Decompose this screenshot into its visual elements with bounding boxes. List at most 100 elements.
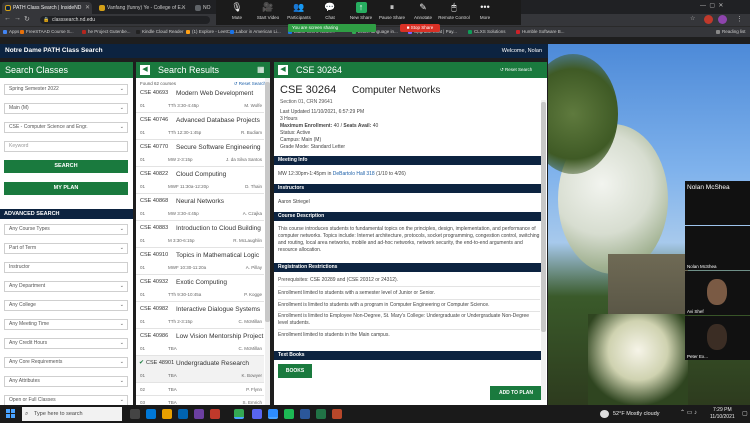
field-value: Any Department	[9, 283, 46, 289]
reset-search-link[interactable]: ↺ Reset Search	[500, 62, 532, 78]
keyword-input[interactable]: Keyword	[4, 141, 128, 152]
spotify-icon[interactable]	[284, 409, 294, 419]
calendar-icon[interactable]: ▦	[257, 62, 265, 78]
result-row[interactable]: CSE 40982 Interactive Dialogue Systems 01 T…	[136, 302, 264, 329]
bookmark-item[interactable]: Reading list	[716, 29, 746, 34]
word-icon[interactable]	[300, 409, 310, 419]
meeting-room-link[interactable]: DeBartolo Hall 318	[333, 171, 375, 177]
advanced-field-select[interactable]: Any Core Requirements ⌄	[4, 357, 128, 368]
meeting-dates: (1/10 to 4/26)	[376, 171, 406, 177]
back-arrow-icon[interactable]: ←	[4, 15, 11, 22]
more-button[interactable]: ••• More	[465, 2, 505, 20]
browser-tab-class-search[interactable]: PATH Class Search | InsideND ✕	[2, 2, 92, 14]
system-tray-icons[interactable]: ⌃ ▭ ♪	[680, 409, 697, 416]
advanced-field-select[interactable]: Any Meeting Time ⌄	[4, 319, 128, 330]
discord-icon[interactable]	[252, 409, 262, 419]
advanced-field-select[interactable]: Any Course Types ⌄	[4, 224, 128, 235]
weather-text[interactable]: 52°F Mostly cloudy	[613, 411, 660, 417]
result-row[interactable]: CSE 40746 Advanced Database Projects 01 TTh…	[136, 113, 264, 140]
star-icon[interactable]: ☆	[690, 15, 695, 22]
browser-tab-other[interactable]: NO	[192, 2, 216, 14]
detail-scroll-thumb[interactable]	[541, 102, 546, 332]
lock-icon: 🔒	[43, 17, 50, 23]
chevron-down-icon: ⌄	[119, 359, 124, 365]
toolbar-label: Pause Share	[378, 15, 406, 20]
chevron-down-icon: ⌄	[119, 105, 124, 111]
window-controls[interactable]: — ▢ ✕	[700, 2, 723, 9]
file-explorer-icon[interactable]	[162, 409, 172, 419]
result-row[interactable]: CSE 40693 Modern Web Development 01 TTh 3:3…	[136, 86, 264, 113]
results-scroll-thumb[interactable]	[265, 82, 270, 322]
result-row[interactable]: CSE 40910 Topics in Mathematical Logic 01 M…	[136, 248, 264, 275]
books-button[interactable]: BOOKS	[278, 364, 312, 378]
add-to-plan-button[interactable]: ADD TO PLAN	[490, 386, 542, 400]
bookmark-item[interactable]: Humble Software B...	[516, 29, 565, 34]
result-row[interactable]: ✔ CSE 48901 Undergraduate Research 01 TBA K. …	[136, 356, 264, 383]
collapse-arrow-icon[interactable]: ◀	[140, 65, 150, 75]
course-title: Neural Networks	[176, 198, 225, 205]
result-row[interactable]: CSE 40883 Introduction to Cloud Building 0…	[136, 221, 264, 248]
extension-icon[interactable]	[704, 15, 713, 24]
my-plan-button[interactable]: MY PLAN	[4, 182, 128, 195]
result-row[interactable]: CSE 40932 Exotic Computing 01 TTh 9:30-10:4…	[136, 275, 264, 302]
campus-select[interactable]: Main (M) ⌄	[4, 103, 128, 114]
windows-start-icon[interactable]	[6, 409, 16, 419]
store-icon[interactable]	[194, 409, 204, 419]
reload-icon[interactable]: ↻	[24, 15, 30, 23]
subject-select[interactable]: CSE - Computer Science and Engr. ⌄	[4, 122, 128, 133]
term-select[interactable]: Spring Semester 2022 ⌄	[4, 84, 128, 95]
powerpoint-icon[interactable]	[332, 409, 342, 419]
video-tile[interactable]: Nolan McShea	[685, 226, 750, 270]
close-tab-icon[interactable]: ✕	[181, 2, 186, 14]
result-row[interactable]: CSE 40986 Low Vision Mentorship Project 01…	[136, 329, 264, 356]
enrollment-value: 40	[333, 123, 340, 129]
video-tile[interactable]: Nolan McShea	[685, 181, 750, 225]
search-button[interactable]: SEARCH	[4, 160, 128, 173]
advanced-field-select[interactable]: Any Credit Hours ⌄	[4, 338, 128, 349]
result-row[interactable]: CSE 40822 Cloud Computing 01 MWF 11:30a-12:…	[136, 167, 264, 194]
notifications-icon[interactable]: ▢	[742, 410, 748, 417]
result-row[interactable]: CSE 40770 Secure Software Engineering 01 MW…	[136, 140, 264, 167]
bookmark-item[interactable]: Labor in American Li...	[230, 29, 281, 34]
result-row[interactable]: 02 TBA P. Flynn	[136, 383, 264, 396]
mail-icon[interactable]	[178, 409, 188, 419]
task-view-icon[interactable]	[130, 409, 140, 419]
zoom-icon[interactable]	[268, 409, 278, 419]
bookmark-item[interactable]: (1) Explore - LeetCo...	[186, 29, 236, 34]
app-icon[interactable]	[210, 409, 220, 419]
taskbar-clock[interactable]: 7:29 PM 11/10/2021	[710, 407, 735, 421]
url-field[interactable]: 🔒 classsearch.nd.edu	[40, 16, 210, 24]
video-tile[interactable]: Avi Shef	[685, 271, 750, 315]
forward-arrow-icon[interactable]: →	[14, 15, 21, 22]
grade-mode: Grade Mode: Standard Letter	[280, 144, 346, 150]
excel-icon[interactable]	[316, 409, 326, 419]
profile-avatar-icon[interactable]	[718, 15, 727, 24]
advanced-field-select[interactable]: Instructor	[4, 262, 128, 273]
cloud-weather-icon	[600, 410, 609, 418]
advanced-field-select[interactable]: Any Attributes ⌄	[4, 376, 128, 387]
bookmark-item[interactable]: Kindle Cloud Reader	[136, 29, 184, 34]
advanced-field-select[interactable]: Part of Term ⌄	[4, 243, 128, 254]
instructor-name: J. da Silva Santos	[225, 157, 262, 162]
result-row[interactable]: 03 TBA S. Emrich	[136, 396, 264, 405]
bookmark-item[interactable]: he Project Gutenbe...	[82, 29, 131, 34]
chrome-icon[interactable]	[234, 409, 244, 419]
bookmark-item[interactable]: CLXS Solutions	[468, 29, 506, 34]
bookmark-item[interactable]: FreeSTAAD Course S...	[20, 29, 74, 34]
browser-menu-icon[interactable]: ⋮	[736, 15, 743, 23]
back-arrow-icon[interactable]: ◀	[278, 65, 288, 75]
video-tile[interactable]: Peter Ex...	[685, 316, 750, 360]
course-status: Status: Active	[280, 130, 311, 136]
instructor-name: P. Flynn	[246, 387, 262, 392]
taskbar-search-input[interactable]: ⌕ Type here to search	[22, 407, 122, 421]
edge-icon[interactable]	[146, 409, 156, 419]
course-title: Undergraduate Research	[176, 360, 249, 367]
advanced-field-select[interactable]: Any Department ⌄	[4, 281, 128, 292]
app-header: Notre Dame PATH Class Search Welcome, No…	[0, 44, 548, 58]
browser-tab-profile[interactable]: Vanfang (funny) Ye - College of E... ✕	[96, 2, 188, 14]
advanced-field-select[interactable]: Any College ⌄	[4, 300, 128, 311]
bookmark-item[interactable]: Apps	[3, 29, 19, 34]
result-row[interactable]: CSE 40868 Neural Networks 01 MW 3:30-4:45p A…	[136, 194, 264, 221]
stop-share-button[interactable]: ■ Stop Share	[400, 24, 440, 32]
close-tab-icon[interactable]: ✕	[85, 2, 90, 14]
